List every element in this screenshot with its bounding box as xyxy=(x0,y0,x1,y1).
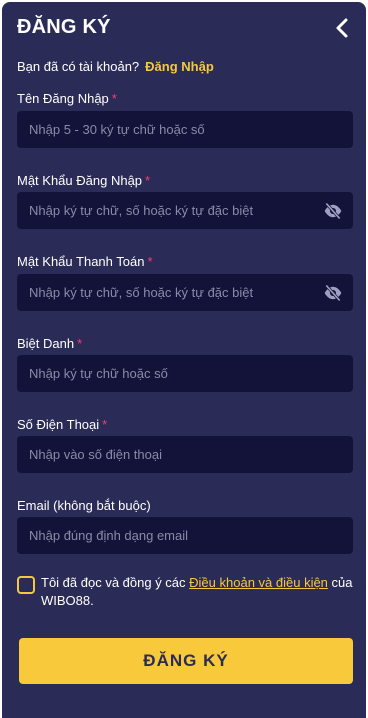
email-field-container xyxy=(17,517,353,554)
required-mark: * xyxy=(102,417,108,432)
terms-link[interactable]: Điều khoản và điều kiện xyxy=(189,575,328,590)
register-button[interactable]: ĐĂNG KÝ xyxy=(19,638,353,684)
phone-label: Số Điện Thoại * xyxy=(17,417,108,432)
email-label: Email (không bắt buộc) xyxy=(17,498,151,513)
username-label: Tên Đăng Nhập * xyxy=(17,91,117,106)
email-input[interactable] xyxy=(27,527,311,544)
required-mark: * xyxy=(147,254,153,269)
nickname-input[interactable] xyxy=(27,365,311,382)
password-input[interactable] xyxy=(27,202,311,219)
phone-input[interactable] xyxy=(27,446,311,463)
required-mark: * xyxy=(111,91,117,106)
payment-password-label: Mật Khẩu Thanh Toán * xyxy=(17,254,153,269)
required-mark: * xyxy=(77,336,83,351)
username-input[interactable] xyxy=(27,121,311,138)
eye-off-icon[interactable] xyxy=(323,283,343,303)
terms-checkbox[interactable] xyxy=(17,576,35,594)
payment-password-field-container xyxy=(17,274,353,311)
login-prompt: Bạn đã có tài khoản? Đăng Nhập xyxy=(17,59,214,74)
payment-password-input[interactable] xyxy=(27,284,311,301)
required-mark: * xyxy=(145,173,151,188)
password-label: Mật Khẩu Đăng Nhập * xyxy=(17,173,151,188)
phone-field-container xyxy=(17,436,353,473)
login-link[interactable]: Đăng Nhập xyxy=(145,59,214,74)
register-panel: ĐĂNG KÝ Bạn đã có tài khoản? Đăng Nhập Tê… xyxy=(2,2,366,718)
terms-text: Tôi đã đọc và đồng ý các Điều khoản và đ… xyxy=(41,575,353,608)
nickname-label: Biệt Danh * xyxy=(17,336,83,351)
chevron-left-icon[interactable] xyxy=(332,16,354,40)
password-field-container xyxy=(17,192,353,229)
nickname-field-container xyxy=(17,355,353,392)
eye-off-icon[interactable] xyxy=(323,201,343,221)
page-title: ĐĂNG KÝ xyxy=(17,16,111,38)
username-field-container xyxy=(17,111,353,148)
login-prompt-text: Bạn đã có tài khoản? xyxy=(17,59,140,74)
